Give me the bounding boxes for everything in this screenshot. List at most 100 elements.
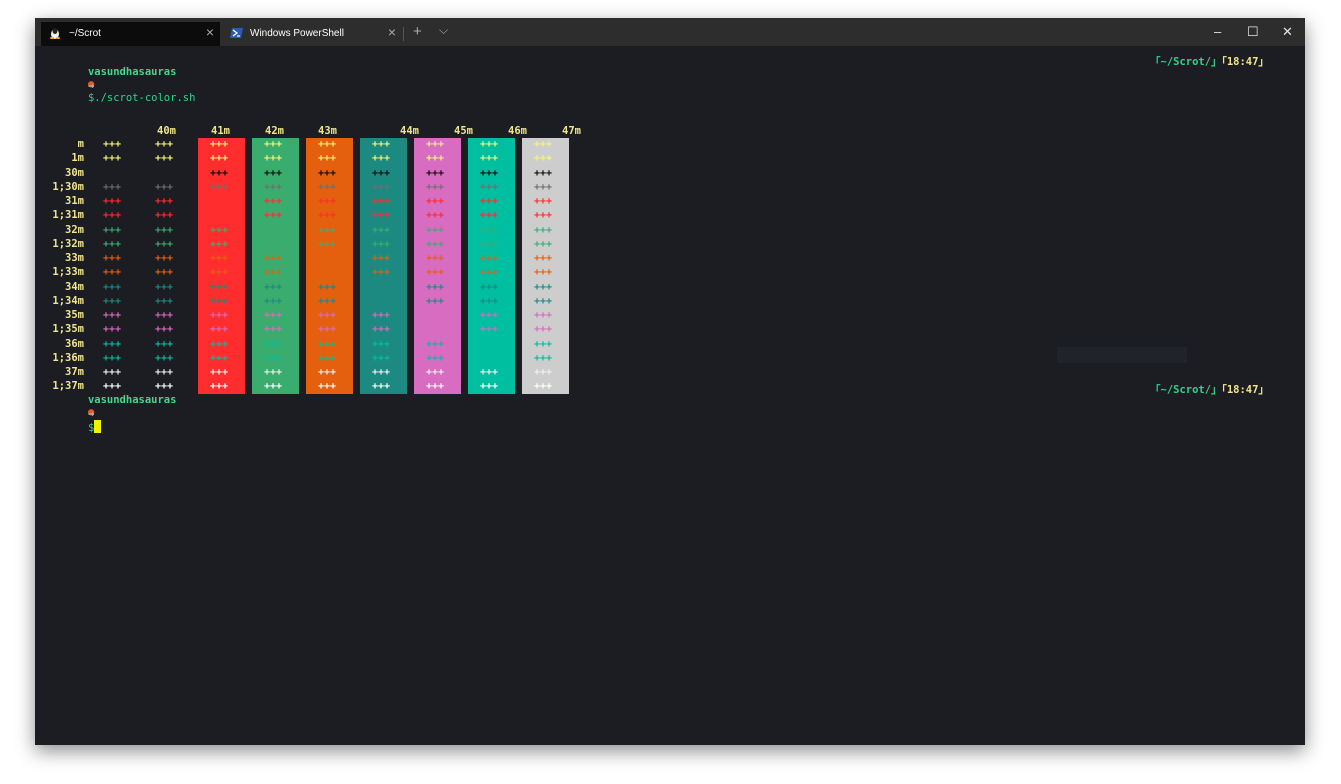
tab-powershell[interactable]: Windows PowerShell ×	[222, 22, 402, 46]
row-label: m	[77, 138, 84, 150]
color-sample: +++	[426, 196, 445, 207]
color-sample: +++	[534, 281, 553, 293]
column-header: 47m	[562, 125, 581, 137]
color-sample: +++	[426, 224, 445, 236]
color-sample: +++	[264, 310, 283, 321]
color-sample: +++	[534, 167, 553, 179]
color-sample: +++	[103, 253, 122, 264]
close-tab-icon[interactable]: ×	[388, 24, 396, 40]
color-sample: +++	[372, 352, 391, 364]
color-sample: +++	[155, 139, 174, 150]
color-sample: +++	[103, 310, 122, 321]
color-sample: +++	[372, 381, 391, 393]
new-tab-button[interactable]: +	[413, 23, 422, 40]
color-sample: +++	[480, 153, 499, 165]
color-sample: +++	[534, 153, 553, 165]
color-sample: +++	[480, 238, 499, 250]
color-sample: +++	[426, 210, 445, 222]
color-sample: +++	[210, 238, 229, 250]
maximize-button[interactable]: ☐	[1247, 24, 1259, 40]
color-sample: +++	[534, 196, 553, 207]
color-sample: +++	[426, 238, 445, 250]
color-sample: +++	[534, 224, 553, 236]
color-sample: +++	[372, 253, 391, 264]
color-sample: +++	[210, 310, 229, 321]
color-sample: +++	[426, 167, 445, 179]
column-header: 41m	[211, 125, 230, 137]
color-sample: +++	[480, 295, 499, 307]
color-sample: +++	[103, 181, 122, 193]
close-tab-icon[interactable]: ×	[206, 24, 214, 40]
color-sample: +++	[534, 139, 553, 150]
color-sample: +++	[480, 181, 499, 193]
color-sample: +++	[103, 367, 122, 378]
color-sample: +++	[318, 281, 337, 293]
color-sample: +++	[534, 338, 553, 350]
tab-label: ~/Scrot	[69, 28, 101, 39]
color-sample: +++	[534, 367, 553, 378]
column-header: 40m	[157, 125, 176, 137]
row-label: 1;34m	[52, 294, 84, 307]
color-sample: +++	[534, 295, 553, 307]
column-header: 43m	[318, 125, 337, 137]
color-sample: +++	[372, 153, 391, 165]
color-sample: +++	[264, 181, 283, 193]
row-label: 36m	[65, 337, 84, 350]
chevron-down-icon[interactable]: ⌵	[439, 23, 448, 38]
color-sample: +++	[103, 324, 122, 336]
color-sample: +++	[318, 295, 337, 307]
row-label: 1m	[71, 152, 84, 165]
prompt-arrow-icon: →	[87, 80, 95, 92]
color-sample: +++	[264, 153, 283, 165]
color-sample: +++	[318, 381, 337, 393]
color-sample: +++	[480, 267, 499, 279]
color-sample: +++	[155, 295, 174, 307]
color-sample: +++	[264, 238, 283, 250]
color-sample: +++	[264, 139, 283, 150]
color-sample: +++	[426, 153, 445, 165]
color-sample: +++	[103, 338, 122, 350]
prompt-arrow-icon: →	[87, 408, 95, 420]
color-sample: +++	[210, 338, 229, 350]
color-sample: +++	[480, 224, 499, 236]
color-sample: +++	[264, 224, 283, 236]
command-line: → $./scrot-color.sh	[50, 68, 195, 116]
powershell-icon	[230, 27, 243, 39]
row-label: 1;30m	[52, 180, 84, 193]
color-sample: +++	[264, 295, 283, 307]
row-label: 1;31m	[52, 209, 84, 222]
color-sample: +++	[480, 253, 499, 264]
color-sample: +++	[103, 196, 122, 207]
color-sample: +++	[264, 281, 283, 293]
title-bar: ~/Scrot × Windows PowerShell × + ⌵ ‒ ☐ ✕	[35, 18, 1305, 46]
color-sample: +++	[264, 324, 283, 336]
color-sample: +++	[426, 295, 445, 307]
color-sample: +++	[372, 324, 391, 336]
color-sample: +++	[210, 324, 229, 336]
color-sample: +++	[372, 196, 391, 207]
color-sample: +++	[480, 324, 499, 336]
color-sample: +++	[155, 352, 174, 364]
color-sample: +++	[155, 281, 174, 293]
color-sample: +++	[318, 253, 337, 264]
color-sample: +++	[210, 196, 229, 207]
minimize-button[interactable]: ‒	[1214, 24, 1221, 39]
color-sample: +++	[534, 310, 553, 321]
color-sample: +++	[372, 281, 391, 293]
color-sample: +++	[480, 310, 499, 321]
tab-scrot[interactable]: ~/Scrot ×	[41, 22, 220, 46]
color-sample: +++	[155, 224, 174, 236]
color-sample: +++	[103, 352, 122, 364]
color-sample: +++	[155, 181, 174, 193]
color-sample: +++	[210, 181, 229, 193]
prompt-time: 「18:47」	[1221, 384, 1269, 396]
color-sample: +++	[426, 352, 445, 364]
terminal-content[interactable]: vasundhasauras ● 「~/Scrot/」「18:47」 → $./…	[35, 46, 1305, 745]
color-sample: +++	[103, 295, 122, 307]
column-header: 42m	[265, 125, 284, 137]
row-label: 31m	[65, 195, 84, 207]
color-sample: +++	[426, 253, 445, 264]
color-sample: +++	[264, 367, 283, 378]
row-label: 1;36m	[52, 351, 84, 364]
close-button[interactable]: ✕	[1282, 24, 1293, 40]
